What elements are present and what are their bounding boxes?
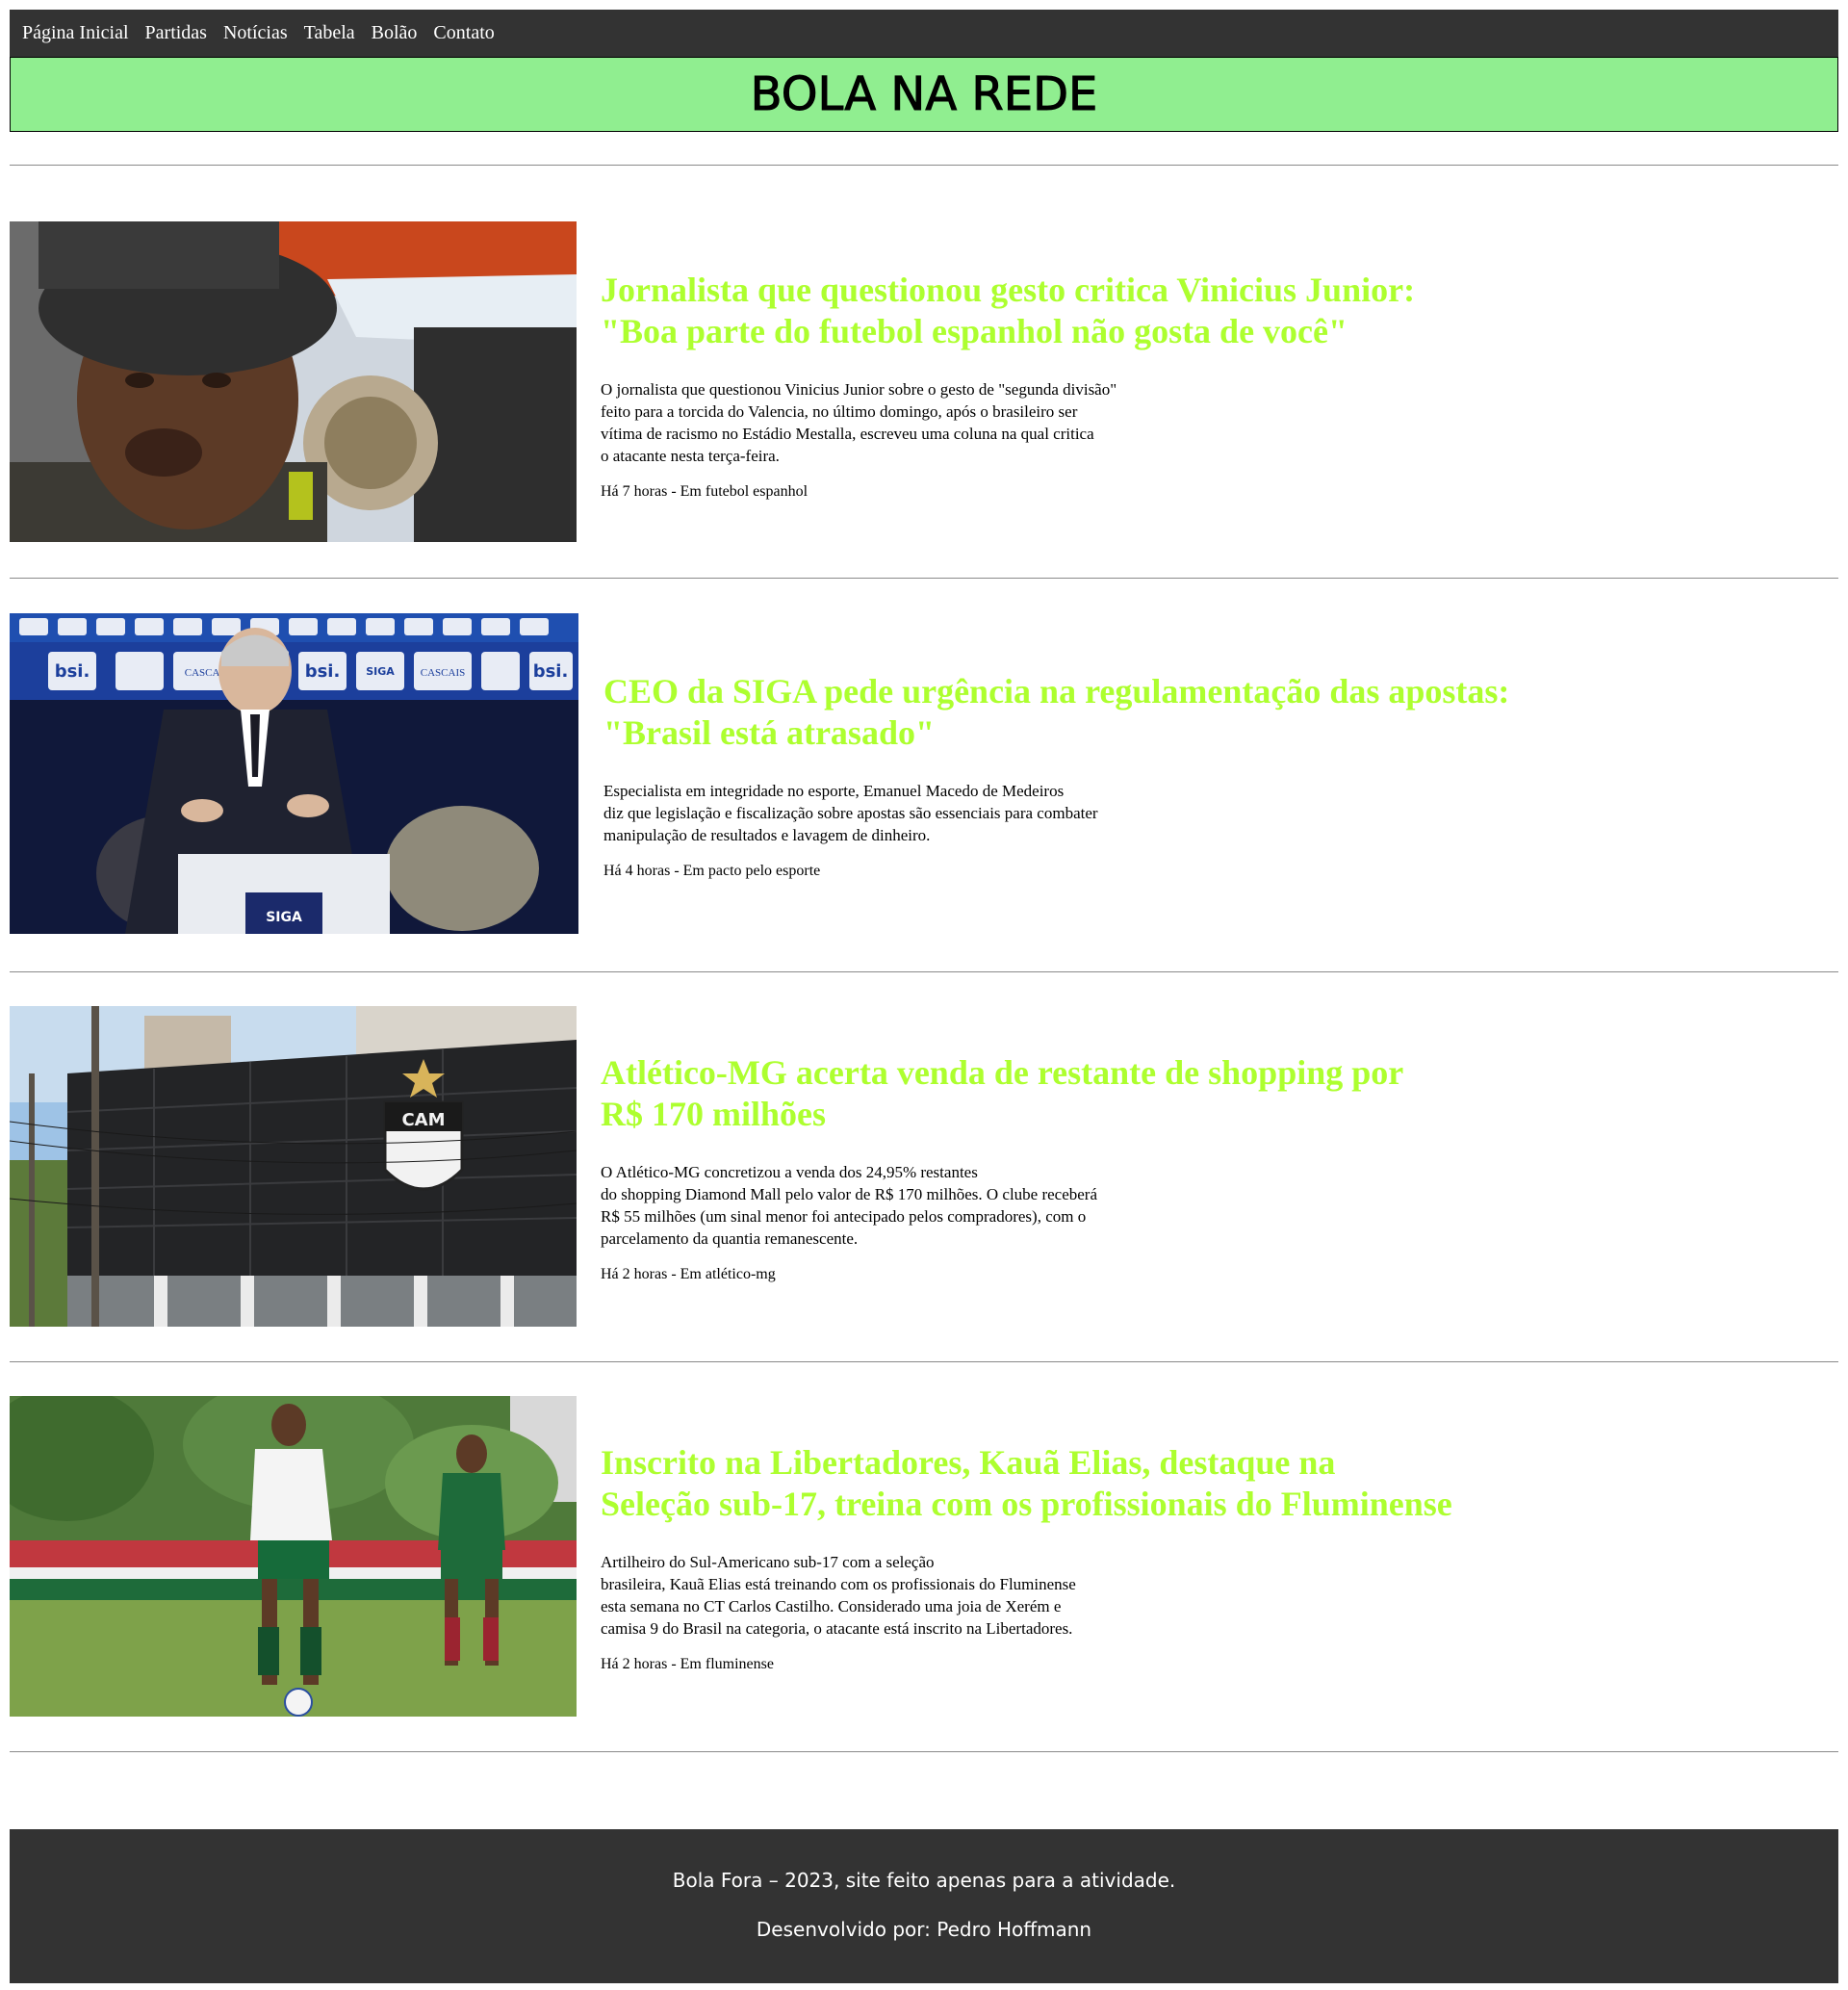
sponsor-logo-text: CASCAIS — [421, 667, 465, 679]
site-title: BOLA NA REDE — [750, 67, 1098, 122]
nav-item-noticias[interactable]: Notícias — [223, 10, 288, 57]
news-thumbnail[interactable] — [10, 1396, 577, 1717]
sponsor-logo-text: SIGA — [366, 665, 395, 678]
sponsor-logo-text: bsi. — [55, 661, 90, 682]
nav-item-home[interactable]: Página Inicial — [22, 10, 129, 57]
divider — [10, 1751, 1838, 1752]
site-footer: Bola Fora – 2023, site feito apenas para… — [10, 1829, 1838, 1983]
news-headline[interactable]: Atlético-MG acerta venda de restante de … — [601, 1052, 1563, 1135]
news-item: Jornalista que questionou gesto critica … — [10, 221, 1838, 542]
sponsor-logo-text: bsi. — [533, 661, 569, 682]
footer-credit: Bola Fora – 2023, site feito apenas para… — [672, 1869, 1176, 1892]
news-thumbnail[interactable] — [10, 221, 577, 542]
site-header-banner: BOLA NA REDE — [10, 57, 1838, 132]
news-meta: Há 7 horas - Em futebol espanhol — [601, 483, 808, 500]
divider — [10, 165, 1838, 166]
siga-ceo-photo: bsi. CASCAIS bsi. SIGA CASCAIS bsi. SIGA — [10, 613, 578, 934]
news-item: Inscrito na Libertadores, Kauã Elias, de… — [10, 1396, 1838, 1717]
page: Página Inicial Partidas Notícias Tabela … — [0, 0, 1848, 1990]
podium-logo-text: SIGA — [266, 910, 302, 925]
news-text: Inscrito na Libertadores, Kauã Elias, de… — [601, 1396, 1563, 1674]
nav-item-tabela[interactable]: Tabela — [304, 10, 355, 57]
news-summary: O jornalista que questionou Vinicius Jun… — [601, 380, 1117, 465]
news-headline[interactable]: Jornalista que questionou gesto critica … — [601, 270, 1563, 352]
top-nav: Página Inicial Partidas Notícias Tabela … — [10, 10, 1838, 57]
atletico-shopping-photo: CAM — [10, 1006, 577, 1327]
news-meta: Há 2 horas - Em atlético-mg — [601, 1266, 776, 1282]
news-item: CAM Atlético-MG acerta venda de restante — [10, 1006, 1838, 1327]
news-text: CEO da SIGA pede urgência na regulamenta… — [603, 613, 1566, 881]
nav-item-contato[interactable]: Contato — [433, 10, 494, 57]
divider — [10, 971, 1838, 972]
nav-item-partidas[interactable]: Partidas — [145, 10, 207, 57]
sponsor-logo-text: bsi. — [305, 661, 341, 682]
footer-developer: Desenvolvido por: Pedro Hoffmann — [756, 1918, 1092, 1941]
divider — [10, 1361, 1838, 1362]
divider — [10, 578, 1838, 579]
news-text: Atlético-MG acerta venda de restante de … — [601, 1006, 1563, 1284]
news-thumbnail[interactable]: bsi. CASCAIS bsi. SIGA CASCAIS bsi. SIGA — [10, 613, 578, 934]
news-thumbnail[interactable]: CAM — [10, 1006, 577, 1327]
news-text: Jornalista que questionou gesto critica … — [601, 221, 1563, 502]
news-headline[interactable]: CEO da SIGA pede urgência na regulamenta… — [603, 671, 1566, 754]
nav-item-bolao[interactable]: Bolão — [372, 10, 418, 57]
crest-text: CAM — [401, 1110, 445, 1130]
news-summary: Artilheiro do Sul-Americano sub-17 com a… — [601, 1553, 1076, 1638]
news-summary: O Atlético-MG concretizou a venda dos 24… — [601, 1163, 1098, 1248]
news-meta: Há 4 horas - Em pacto pelo esporte — [603, 863, 821, 879]
vinicius-junior-photo — [10, 221, 577, 542]
news-headline[interactable]: Inscrito na Libertadores, Kauã Elias, de… — [601, 1442, 1563, 1525]
fluminense-training-photo — [10, 1396, 577, 1717]
news-summary: Especialista em integridade no esporte, … — [603, 782, 1098, 844]
news-meta: Há 2 horas - Em fluminense — [601, 1656, 774, 1672]
news-item: bsi. CASCAIS bsi. SIGA CASCAIS bsi. SIGA — [10, 613, 1838, 934]
